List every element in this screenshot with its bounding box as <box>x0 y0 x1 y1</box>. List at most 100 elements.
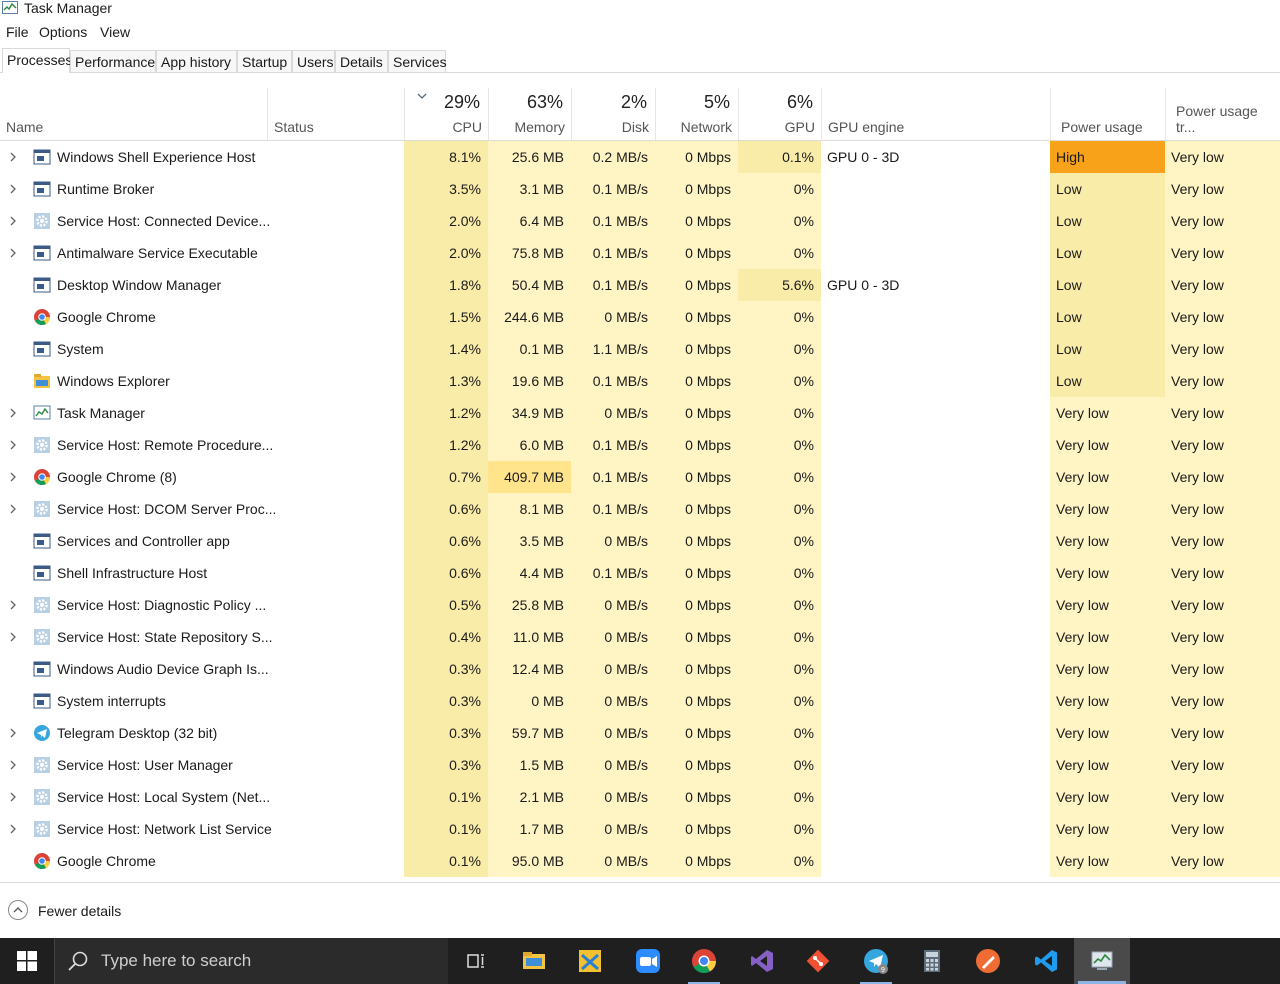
chevron-right-icon[interactable] <box>9 152 17 162</box>
process-row[interactable]: Shell Infrastructure Host 0.6% 4.4 MB 0.1 M… <box>0 557 1280 589</box>
task-view-button[interactable] <box>448 938 504 984</box>
taskbar-search-box[interactable]: Type here to search <box>54 938 448 984</box>
process-row[interactable]: Task Manager 1.2% 34.9 MB 0 MB/s 0 Mbps 0% Ver… <box>0 397 1280 429</box>
chevron-right-icon[interactable] <box>9 600 17 610</box>
header-cpu[interactable]: 29% CPU <box>404 88 488 140</box>
search-placeholder: Type here to search <box>101 951 252 970</box>
process-row[interactable]: Services and Controller app 0.6% 3.5 MB 0 M… <box>0 525 1280 557</box>
tab-startup[interactable]: Startup <box>237 50 292 72</box>
process-row[interactable]: Service Host: Network List Service 0.1% 1.… <box>0 813 1280 845</box>
cell-gpu: 0% <box>738 205 821 237</box>
process-row[interactable]: Desktop Window Manager 1.8% 50.4 MB 0.1 MB/… <box>0 269 1280 301</box>
process-name: Windows Audio Device Graph Is... <box>57 661 269 677</box>
chevron-right-icon[interactable] <box>9 472 17 482</box>
process-row[interactable]: Google Chrome (8) 0.7% 409.7 MB 0.1 MB/s 0 M… <box>0 461 1280 493</box>
gear-icon <box>34 597 50 613</box>
chevron-right-icon[interactable] <box>9 632 17 642</box>
cell-power: Low <box>1050 237 1165 269</box>
taskbar-visual-studio[interactable] <box>734 938 790 984</box>
chevron-right-icon[interactable] <box>9 792 17 802</box>
taskbar-git[interactable] <box>790 938 846 984</box>
cell-disk: 0 MB/s <box>571 653 655 685</box>
process-row[interactable]: Windows Shell Experience Host 8.1% 25.6 MB… <box>0 141 1280 173</box>
taskbar-xampp[interactable] <box>562 938 618 984</box>
taskbar-calculator[interactable] <box>904 938 960 984</box>
tab-details[interactable]: Details <box>335 50 388 72</box>
visual-studio-icon <box>751 950 773 972</box>
menu-view[interactable]: View <box>100 22 130 43</box>
cell-trend: Very low <box>1165 781 1280 813</box>
process-row[interactable]: Service Host: Remote Procedure... 1.2% 6.0… <box>0 429 1280 461</box>
process-row[interactable]: Service Host: State Repository S... 0.4% 1… <box>0 621 1280 653</box>
cell-power: Very low <box>1050 429 1165 461</box>
cell-cpu: 2.0% <box>404 205 488 237</box>
gear-icon <box>34 501 50 517</box>
taskbar-task-manager[interactable] <box>1074 938 1130 984</box>
chevron-right-icon[interactable] <box>9 408 17 418</box>
chevron-right-icon[interactable] <box>9 760 17 770</box>
process-row[interactable]: System 1.4% 0.1 MB 1.1 MB/s 0 Mbps 0% Low Very … <box>0 333 1280 365</box>
process-row[interactable]: Telegram Desktop (32 bit) 0.3% 59.7 MB 0 MB… <box>0 717 1280 749</box>
process-row[interactable]: Service Host: User Manager 0.3% 1.5 MB 0 MB… <box>0 749 1280 781</box>
header-disk[interactable]: 2% Disk <box>571 88 655 140</box>
header-gpu-pct: 6% <box>786 92 813 112</box>
header-power-usage[interactable]: Power usage <box>1050 88 1165 140</box>
process-row[interactable]: Google Chrome 1.5% 244.6 MB 0 MB/s 0 Mbps 0% L… <box>0 301 1280 333</box>
taskbar-chrome[interactable] <box>676 938 732 984</box>
start-button[interactable] <box>0 938 54 984</box>
tab-app-history[interactable]: App history <box>156 50 237 72</box>
cell-gpu-engine <box>821 525 1050 557</box>
process-row[interactable]: Windows Explorer 1.3% 19.6 MB 0.1 MB/s 0 Mbp… <box>0 365 1280 397</box>
chevron-right-icon[interactable] <box>9 248 17 258</box>
sort-chevron-icon <box>417 93 427 99</box>
menu-file[interactable]: File <box>6 22 29 43</box>
cell-memory: 50.4 MB <box>488 269 571 301</box>
cell-power: Very low <box>1050 781 1165 813</box>
cell-disk: 0 MB/s <box>571 621 655 653</box>
taskbar-file-explorer[interactable] <box>506 938 562 984</box>
process-row[interactable]: System interrupts 0.3% 0 MB 0 MB/s 0 Mbps 0% V… <box>0 685 1280 717</box>
chevron-right-icon[interactable] <box>9 824 17 834</box>
chevron-right-icon[interactable] <box>9 216 17 226</box>
tab-processes[interactable]: Processes <box>2 48 72 73</box>
process-name: Service Host: Local System (Net... <box>57 789 271 805</box>
taskbar-zoom[interactable] <box>620 938 676 984</box>
process-row[interactable]: Service Host: Diagnostic Policy ... 0.5% 2… <box>0 589 1280 621</box>
process-row[interactable]: Runtime Broker 3.5% 3.1 MB 0.1 MB/s 0 Mbps 0%… <box>0 173 1280 205</box>
header-memory[interactable]: 63% Memory <box>488 88 571 140</box>
process-row[interactable]: Service Host: DCOM Server Proc... 0.6% 8.1… <box>0 493 1280 525</box>
header-gpu-engine[interactable]: GPU engine <box>821 88 1050 140</box>
cell-power: Low <box>1050 301 1165 333</box>
chevron-right-icon[interactable] <box>9 440 17 450</box>
process-row[interactable]: Google Chrome 0.1% 95.0 MB 0 MB/s 0 Mbps 0% Ve… <box>0 845 1280 877</box>
menu-options[interactable]: Options <box>39 22 87 43</box>
process-row[interactable]: Service Host: Local System (Net... 0.1% 2.… <box>0 781 1280 813</box>
cell-memory: 6.0 MB <box>488 429 571 461</box>
cell-memory: 1.7 MB <box>488 813 571 845</box>
process-row[interactable]: Service Host: Connected Device... 2.0% 6.4… <box>0 205 1280 237</box>
taskbar-telegram[interactable]: 9 <box>848 938 904 984</box>
taskbar-vscode[interactable] <box>1018 938 1074 984</box>
header-power-trend[interactable]: Power usage tr... <box>1165 88 1280 140</box>
cell-gpu-engine <box>821 429 1050 461</box>
header-network[interactable]: 5% Network <box>655 88 738 140</box>
process-row[interactable]: Antimalware Service Executable 2.0% 75.8 M… <box>0 237 1280 269</box>
cell-gpu: 0% <box>738 749 821 781</box>
header-status[interactable]: Status <box>267 88 404 140</box>
chevron-right-icon[interactable] <box>9 184 17 194</box>
taskbar-postman[interactable] <box>960 938 1016 984</box>
header-gpu[interactable]: 6% GPU <box>738 88 821 140</box>
cell-gpu: 0% <box>738 653 821 685</box>
process-name: Service Host: Network List Service <box>57 821 272 837</box>
process-row[interactable]: Windows Audio Device Graph Is... 0.3% 12.4… <box>0 653 1280 685</box>
chevron-right-icon[interactable] <box>9 728 17 738</box>
tab-services[interactable]: Services <box>388 50 447 72</box>
tab-performance[interactable]: Performance <box>70 50 156 72</box>
cell-gpu-engine <box>821 461 1050 493</box>
cell-trend: Very low <box>1165 653 1280 685</box>
cell-network: 0 Mbps <box>655 429 738 461</box>
tab-users[interactable]: Users <box>292 50 335 72</box>
header-name[interactable]: Name <box>0 88 267 140</box>
chevron-right-icon[interactable] <box>9 504 17 514</box>
cell-gpu: 0% <box>738 173 821 205</box>
